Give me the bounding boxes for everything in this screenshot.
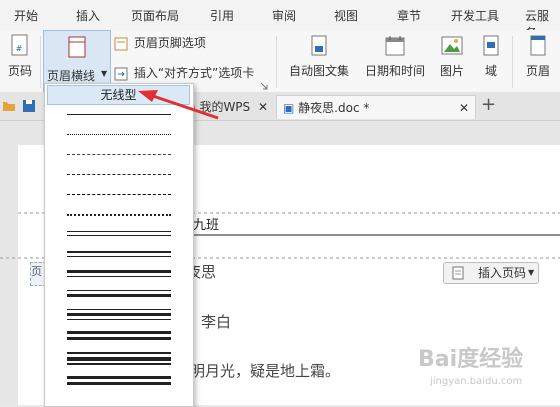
tab-insert[interactable]: 插入 — [76, 7, 100, 24]
calendar-icon — [385, 36, 405, 56]
field-button[interactable]: 域 — [476, 34, 506, 79]
auto-text-button[interactable]: 自动图文集 — [282, 34, 356, 79]
ribbon-separator — [40, 36, 41, 88]
menu-item-line-thick-thin[interactable] — [67, 266, 171, 282]
tab-references[interactable]: 引用 — [210, 7, 234, 24]
watermark-url: jingyan.baidu.com — [430, 376, 523, 387]
menu-item-line-single-thin[interactable] — [67, 106, 171, 122]
header-icon — [530, 35, 546, 56]
menu-item-line-dotted-fine[interactable] — [67, 126, 171, 142]
tab-view[interactable]: 视图 — [334, 7, 358, 24]
save-icon[interactable] — [22, 99, 36, 113]
menu-item-no-line[interactable]: 无线型 — [47, 85, 190, 105]
doc-icon: ▣ — [283, 101, 295, 115]
chevron-down-icon: ▼ — [101, 69, 108, 78]
menu-item-line-double-thin[interactable] — [67, 226, 171, 242]
insert-page-number-button[interactable]: 插入页码 ▼ — [443, 262, 539, 284]
menu-item-line-long-dash[interactable] — [67, 186, 171, 202]
tab-review[interactable]: 审阅 — [272, 7, 296, 24]
insert-alignment-tab-button[interactable]: 插入“对齐方式”选项卡 — [114, 64, 254, 81]
header-line-label: 页眉横线 — [47, 69, 96, 83]
tab-my-wps[interactable]: ◐ 我的WPS ✕ — [180, 95, 274, 119]
close-icon[interactable]: ✕ — [258, 95, 268, 119]
menu-item-line-dash-dot[interactable] — [67, 206, 171, 222]
watermark-brand: Bai度经验 — [418, 347, 524, 372]
menu-item-line-dashed[interactable] — [67, 166, 171, 182]
folder-icon[interactable] — [2, 100, 16, 112]
close-icon[interactable]: ✕ — [459, 96, 469, 120]
date-time-button[interactable]: 日期和时间 — [362, 34, 428, 79]
ribbon-separator — [512, 36, 513, 88]
header-text[interactable]: 九班 — [193, 214, 219, 233]
menu-item-line-double[interactable] — [67, 246, 171, 262]
menu-item-line-heavy-double[interactable] — [67, 374, 171, 390]
header-line-dropdown: 无线型 — [44, 83, 194, 407]
menu-item-line-thick-double[interactable] — [67, 328, 171, 344]
menu-item-line-dotted[interactable] — [67, 146, 171, 162]
tab-start[interactable]: 开始 — [14, 7, 38, 24]
picture-button[interactable]: 图片 — [432, 34, 472, 79]
header-button[interactable]: 页眉 — [518, 34, 558, 79]
options-icon — [114, 37, 128, 50]
page-number-icon: # — [11, 34, 28, 56]
chevron-down-icon: ▼ — [528, 268, 535, 277]
new-tab-button[interactable]: + — [481, 94, 496, 115]
auto-text-icon — [311, 35, 327, 56]
tab-developer[interactable]: 开发工具 — [451, 7, 499, 24]
tab-stop-icon — [114, 67, 128, 80]
page-icon — [452, 266, 464, 280]
page-number-button[interactable]: # 页码 — [2, 34, 38, 79]
svg-text:#: # — [16, 44, 23, 53]
menu-item-line-triple[interactable] — [67, 306, 171, 322]
tab-document[interactable]: ▣ 静夜思.doc * ✕ — [276, 95, 476, 119]
tab-page-layout[interactable]: 页面布局 — [131, 7, 179, 24]
poem-line-1[interactable]: 明月光，疑是地上霜。 — [190, 360, 340, 381]
menu-bar: 开始 插入 页面布局 引用 审阅 视图 章节 开发工具 云服务 — [0, 0, 560, 40]
ribbon-separator — [276, 36, 277, 88]
header-line-icon — [68, 36, 86, 58]
dialog-launcher-icon[interactable] — [260, 82, 268, 90]
menu-item-line-thick-thin-thick[interactable] — [67, 350, 171, 366]
tab-chapter[interactable]: 章节 — [397, 7, 421, 24]
header-footer-options-button[interactable]: 页眉页脚选项 — [114, 34, 206, 51]
menu-item-line-thin-thick[interactable] — [67, 286, 171, 302]
field-icon — [483, 35, 499, 56]
picture-icon — [441, 36, 463, 55]
